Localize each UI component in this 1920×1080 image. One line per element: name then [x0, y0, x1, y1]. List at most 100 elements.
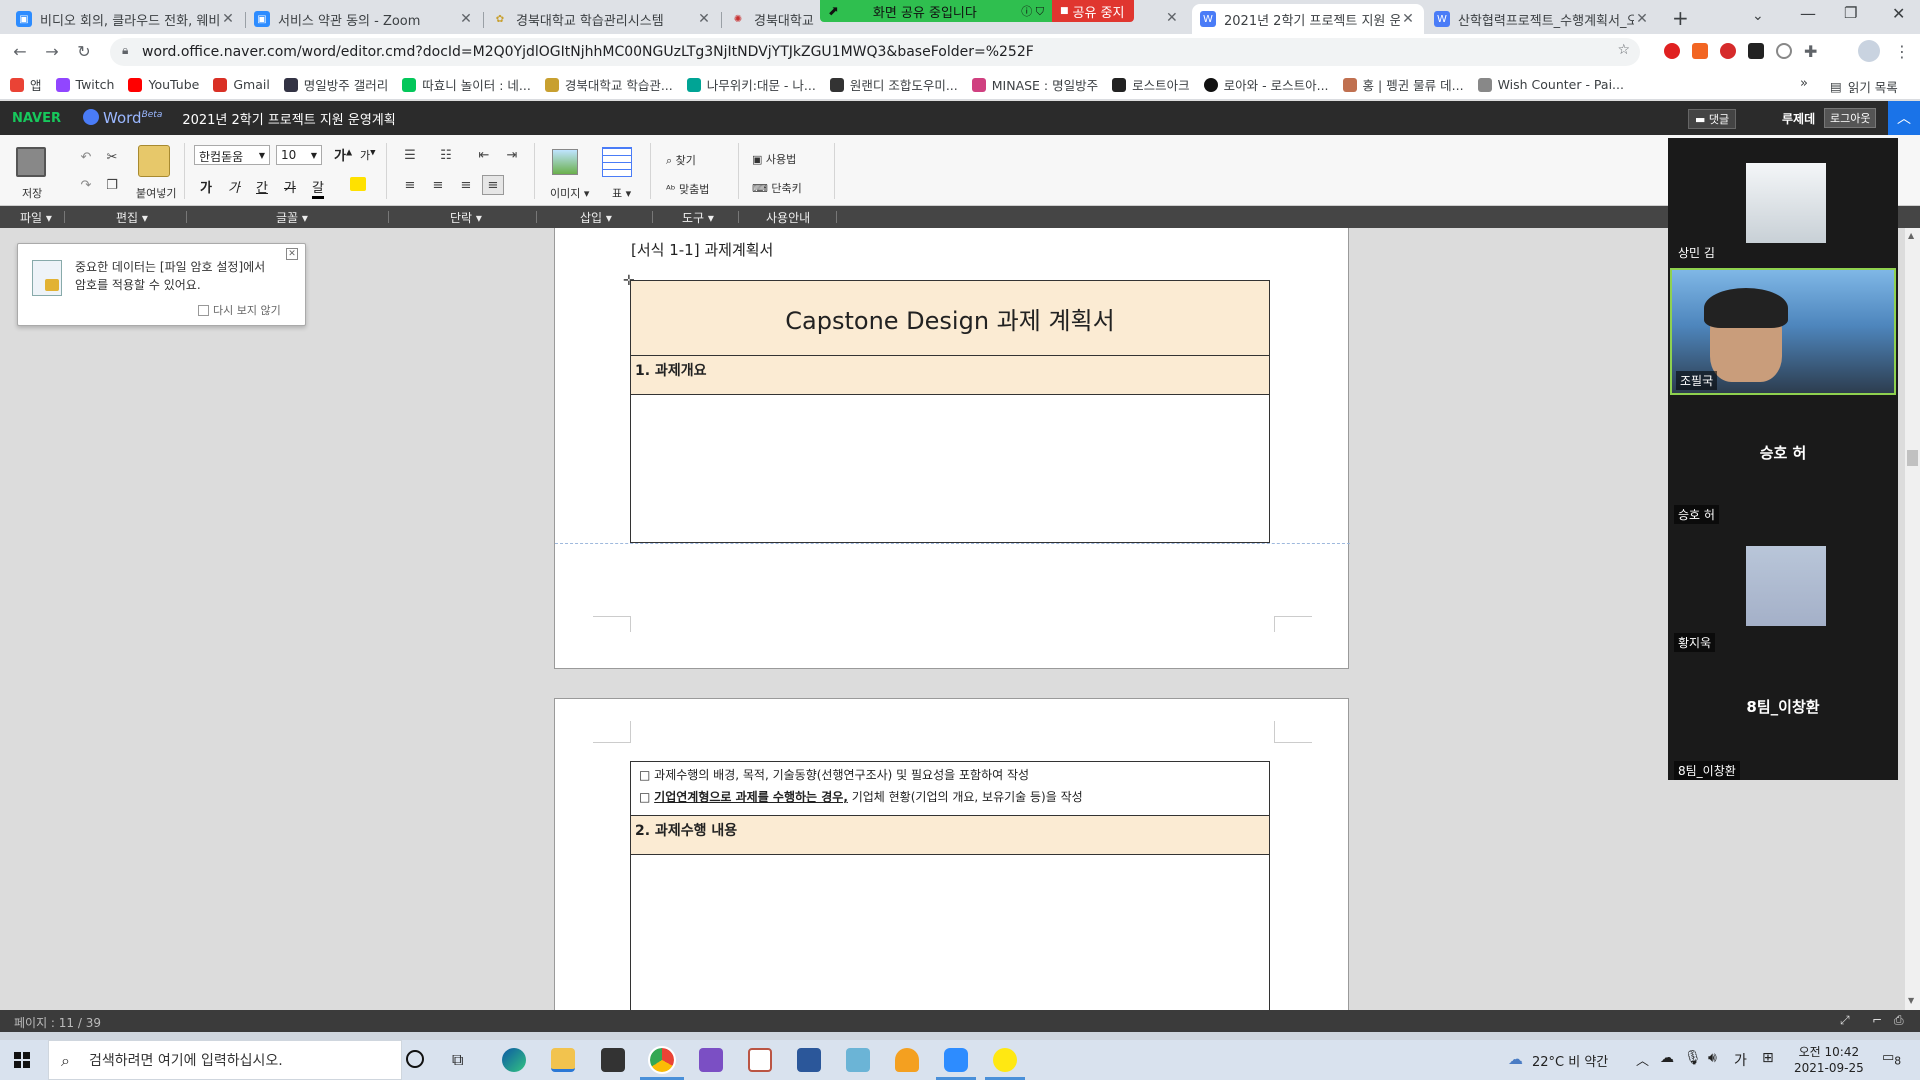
ribbon-group-help[interactable]: 사용안내	[766, 209, 810, 226]
vertical-scrollbar[interactable]: ▲ ▼	[1905, 228, 1920, 1010]
increase-indent-icon[interactable]: ⇥	[502, 147, 522, 163]
section-heading-cell[interactable]: 1. 과제개요	[631, 356, 1269, 395]
cloud-icon[interactable]	[895, 1048, 919, 1072]
strikethrough-button[interactable]: 가	[284, 177, 296, 196]
browser-tab-2[interactable]: ▣ 서비스 약관 동의 - Zoom ✕	[246, 4, 482, 34]
italic-button[interactable]: 가	[228, 177, 240, 196]
extension-icon[interactable]	[1692, 43, 1708, 59]
print-icon[interactable]: ⎙	[1894, 1013, 1904, 1028]
bookmark-item[interactable]: 따효니 놀이터 : 네...	[402, 75, 531, 94]
ribbon-group-edit[interactable]: 편집 ▾	[116, 209, 148, 226]
back-button[interactable]: ←	[10, 42, 30, 62]
forward-button[interactable]: →	[42, 42, 62, 62]
weather-icon[interactable]: ☁	[1508, 1050, 1523, 1068]
font-color-button[interactable]: 갈	[312, 177, 324, 199]
view-mode-icon[interactable]: ⌐	[1872, 1013, 1882, 1027]
scroll-up-icon[interactable]: ▲	[1908, 231, 1914, 240]
store-icon[interactable]	[601, 1048, 625, 1072]
find-button[interactable]: ⌕ 찾기	[666, 152, 696, 168]
save-button[interactable]: 저장	[22, 185, 42, 201]
close-tab-icon[interactable]: ✕	[458, 11, 474, 27]
dont-show-again-checkbox[interactable]: 다시 보지 않기	[198, 302, 281, 318]
adblock-icon[interactable]	[1720, 43, 1736, 59]
decrease-indent-icon[interactable]: ⇤	[474, 147, 494, 163]
visual-studio-icon[interactable]	[699, 1048, 723, 1072]
bookmark-item[interactable]: 로스트아크	[1112, 75, 1190, 94]
bookmark-star-icon[interactable]: ☆	[1617, 42, 1630, 58]
bookmark-item[interactable]: Gmail	[213, 77, 270, 92]
align-left-icon[interactable]: ≡	[400, 177, 420, 193]
close-tab-icon[interactable]: ✕	[220, 11, 236, 27]
reload-button[interactable]: ↻	[74, 42, 94, 62]
bookmark-item[interactable]: Twitch	[55, 77, 114, 92]
bookmark-item[interactable]: 명일방주 갤러리	[283, 75, 388, 94]
browser-tab-5[interactable]: W 2021년 2학기 프로젝트 지원 운 ✕	[1192, 4, 1424, 34]
fullscreen-icon[interactable]: ⤢	[1840, 1013, 1850, 1028]
grow-font-button[interactable]: 가▲	[334, 145, 352, 164]
insert-table-button[interactable]: 표 ▾	[612, 185, 631, 201]
participant-tile[interactable]: 8팀_이창환 8팀_이창환	[1670, 656, 1896, 783]
ribbon-group-tools[interactable]: 도구 ▾	[682, 209, 714, 226]
bookmark-item[interactable]: 원랜디 조합도우미...	[829, 75, 958, 94]
paste-button[interactable]: 붙여넣기	[136, 185, 176, 201]
stop-sharing-button[interactable]: ■ 공유 중지	[1052, 0, 1134, 22]
help-button[interactable]: ▣ 사용법	[752, 151, 796, 167]
collapse-ribbon-button[interactable]: ︿	[1888, 101, 1920, 135]
document-page[interactable]: [서식 1-1] 과제계획서 ✛ Capstone Design 과제 계획서 …	[554, 228, 1350, 669]
participant-tile[interactable]: 상민 김	[1670, 138, 1896, 265]
app-icon[interactable]	[846, 1048, 870, 1072]
insert-image-button[interactable]: 이미지 ▾	[550, 185, 589, 201]
close-window-button[interactable]: ✕	[1892, 4, 1905, 23]
ribbon-group-insert[interactable]: 삽입 ▾	[580, 209, 612, 226]
bullet-list-icon[interactable]: ☷	[436, 147, 456, 163]
bookmark-item[interactable]: Wish Counter - Pai...	[1477, 77, 1624, 92]
bookmark-item[interactable]: MINASE : 명일방주	[971, 75, 1098, 94]
highlight-icon[interactable]	[350, 177, 366, 191]
restore-button[interactable]: ❐	[1844, 4, 1857, 22]
scroll-down-icon[interactable]: ▼	[1908, 996, 1914, 1005]
participant-tile-active-speaker[interactable]: 조필국	[1670, 268, 1896, 395]
content-cell[interactable]	[631, 395, 1269, 542]
globe-icon[interactable]	[1776, 43, 1792, 59]
close-popup-button[interactable]: ✕	[286, 248, 298, 260]
cortana-icon[interactable]	[406, 1050, 424, 1068]
document-canvas[interactable]: [서식 1-1] 과제계획서 ✛ Capstone Design 과제 계획서 …	[0, 228, 1905, 1010]
new-tab-button[interactable]: +	[1672, 6, 1689, 30]
address-bar[interactable]: 🔒︎ word.office.naver.com/word/editor.cmd…	[110, 38, 1640, 66]
comment-button[interactable]: ▬ 댓글	[1688, 109, 1737, 129]
undo-icon[interactable]: ↶	[78, 149, 94, 165]
participant-tile[interactable]: 승호 허 승호 허	[1670, 400, 1896, 527]
naver-logo[interactable]: NAVER	[12, 111, 61, 126]
bookmark-item[interactable]: 경북대학교 학습관...	[544, 75, 673, 94]
bookmark-apps[interactable]: 앱	[10, 75, 42, 94]
shortcut-button[interactable]: ⌨ 단축키	[752, 180, 802, 196]
section-heading-cell[interactable]: 2. 과제수행 내용	[631, 816, 1269, 855]
bookmark-item[interactable]: 홍 | 펭귄 물류 데...	[1342, 75, 1464, 94]
volume-icon[interactable]: 🔊︎	[1708, 1050, 1717, 1066]
kakaotalk-icon[interactable]	[993, 1048, 1017, 1072]
paste-icon[interactable]	[138, 145, 170, 177]
close-tab-icon[interactable]: ✕	[696, 11, 712, 27]
browser-tab-4[interactable]: ✺ 경북대학교 I	[722, 4, 822, 34]
browser-tab-1[interactable]: ▣ 비디오 회의, 클라우드 전화, 웨비 ✕	[8, 4, 244, 34]
bookmark-item[interactable]: 로아와 - 로스트아...	[1203, 75, 1329, 94]
ribbon-group-font[interactable]: 글꼴 ▾	[276, 209, 308, 226]
network-icon[interactable]: ☁	[1660, 1050, 1674, 1066]
tab-search-icon[interactable]: ⌄	[1752, 8, 1764, 24]
taskbar-search-input[interactable]: ⌕ 검색하려면 여기에 입력하십시오.	[48, 1040, 402, 1080]
content-cell[interactable]	[631, 855, 1269, 1010]
reading-list-button[interactable]: ▤ 읽기 목록	[1830, 77, 1898, 96]
ribbon-group-file[interactable]: 파일 ▾	[20, 209, 52, 226]
cut-icon[interactable]: ✂	[104, 149, 120, 165]
zoom-icon[interactable]	[944, 1048, 968, 1072]
plan-table-continued[interactable]: □ 과제수행의 배경, 목적, 기술동향(선행연구조사) 및 필요성을 포함하여…	[630, 761, 1270, 1010]
edge-icon[interactable]	[502, 1048, 526, 1072]
notification-center-button[interactable]: ▭8	[1882, 1050, 1901, 1068]
document-title[interactable]: 2021년 2학기 프로젝트 지원 운영계획	[182, 109, 395, 128]
bold-button[interactable]: 가	[200, 177, 212, 196]
minimize-button[interactable]: —	[1800, 4, 1816, 23]
participant-tile[interactable]: 황지욱	[1670, 528, 1896, 655]
table-icon[interactable]	[602, 147, 632, 177]
word-logo[interactable]: WordBeta	[83, 109, 162, 127]
shrink-font-button[interactable]: 가▼	[360, 147, 376, 163]
